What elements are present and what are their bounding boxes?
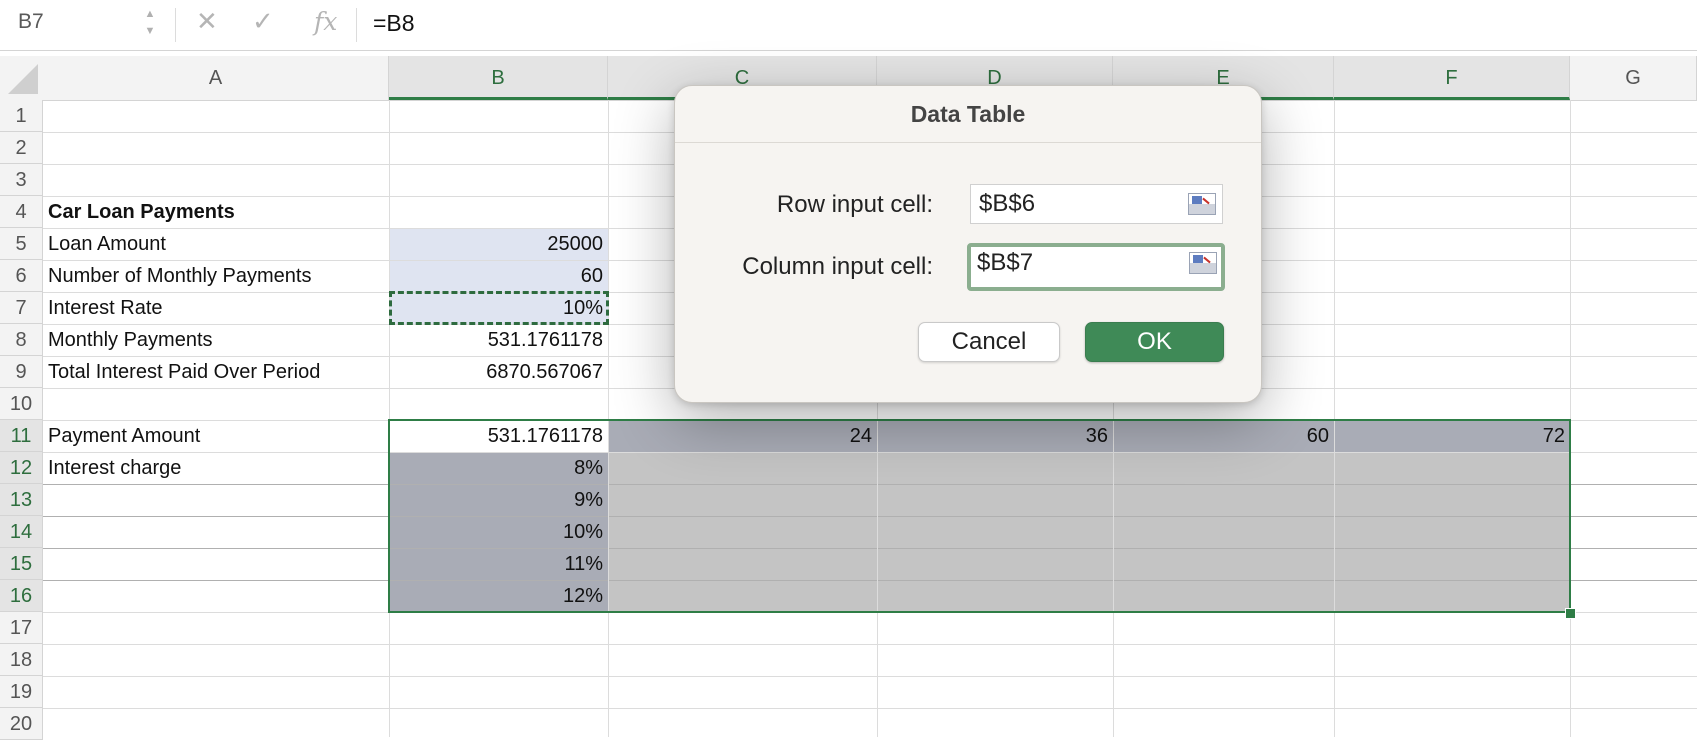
cell-a4[interactable]: Car Loan Payments	[43, 196, 389, 228]
row-header-20[interactable]: 20	[0, 708, 43, 740]
row-header-3[interactable]: 3	[0, 164, 43, 196]
formula-input[interactable]: =B8	[373, 10, 415, 37]
ok-button[interactable]: OK	[1085, 322, 1224, 362]
range-select-icon[interactable]	[1189, 252, 1217, 274]
row-header-13[interactable]: 13	[0, 484, 43, 516]
cell-b8[interactable]: 531.1761178	[389, 324, 608, 356]
row-header-16[interactable]: 16	[0, 580, 43, 612]
row-header-19[interactable]: 19	[0, 676, 43, 708]
grid-line	[43, 644, 1697, 645]
row-input-value: $B$6	[979, 190, 1036, 217]
row-input-field[interactable]: $B$6	[970, 184, 1223, 224]
copy-marquee-b7	[389, 291, 609, 325]
row-header-2[interactable]: 2	[0, 132, 43, 164]
cell-a11[interactable]: Payment Amount	[43, 420, 389, 452]
chevron-up-icon[interactable]: ▲	[143, 6, 157, 23]
confirm-icon[interactable]: ✓	[252, 6, 274, 37]
row-header-1[interactable]: 1	[0, 100, 43, 132]
column-header-a[interactable]: A	[43, 56, 389, 100]
row-header-17[interactable]: 17	[0, 612, 43, 644]
dialog-title: Data Table	[675, 86, 1261, 143]
row-header-10[interactable]: 10	[0, 388, 43, 420]
column-input-label: Column input cell:	[742, 253, 933, 280]
column-header-g[interactable]: G	[1570, 56, 1697, 100]
cancel-button[interactable]: Cancel	[918, 322, 1060, 362]
fill-handle[interactable]	[1565, 608, 1576, 619]
cell-a12[interactable]: Interest charge	[43, 452, 389, 484]
cancel-icon[interactable]: ✕	[196, 6, 218, 37]
cell-a7[interactable]: Interest Rate	[43, 292, 389, 324]
cell-a8[interactable]: Monthly Payments	[43, 324, 389, 356]
grid-line	[43, 708, 1697, 709]
row-header-8[interactable]: 8	[0, 324, 43, 356]
row-header-12[interactable]: 12	[0, 452, 43, 484]
row-header-15[interactable]: 15	[0, 548, 43, 580]
function-icon[interactable]: fx	[314, 7, 337, 36]
cell-a6[interactable]: Number of Monthly Payments	[43, 260, 389, 292]
column-input-value: $B$7	[977, 249, 1034, 276]
select-all-icon	[8, 64, 38, 94]
data-table-dialog: Data Table Row input cell: $B$6 Column i…	[674, 85, 1262, 403]
cell-a9[interactable]: Total Interest Paid Over Period	[43, 356, 389, 388]
row-header-6[interactable]: 6	[0, 260, 43, 292]
select-all-corner[interactable]	[0, 56, 43, 100]
name-box-stepper[interactable]: ▲ ▼	[143, 6, 157, 44]
range-select-icon[interactable]	[1188, 193, 1216, 215]
column-header-b[interactable]: B	[389, 56, 608, 100]
cell-b9[interactable]: 6870.567067	[389, 356, 608, 388]
row-header-7[interactable]: 7	[0, 292, 43, 324]
grid-line	[43, 676, 1697, 677]
name-box[interactable]: B7	[18, 10, 44, 34]
chevron-down-icon[interactable]: ▼	[143, 23, 157, 40]
row-header-18[interactable]: 18	[0, 644, 43, 676]
cell-b6[interactable]: 60	[389, 260, 608, 292]
row-input-label: Row input cell:	[776, 191, 933, 218]
cell-a5[interactable]: Loan Amount	[43, 228, 389, 260]
row-header-4[interactable]: 4	[0, 196, 43, 228]
formula-bar: B7 ▲ ▼ ✕ ✓ fx =B8	[0, 0, 1697, 51]
column-header-f[interactable]: F	[1334, 56, 1570, 100]
row-header-9[interactable]: 9	[0, 356, 43, 388]
formula-bar-divider	[356, 8, 357, 42]
row-header-14[interactable]: 14	[0, 516, 43, 548]
selected-range	[388, 419, 1571, 613]
row-header-5[interactable]: 5	[0, 228, 43, 260]
row-header-11[interactable]: 11	[0, 420, 43, 452]
column-input-field[interactable]: $B$7	[967, 243, 1225, 291]
cell-b5[interactable]: 25000	[389, 228, 608, 260]
formula-bar-divider	[175, 8, 176, 42]
